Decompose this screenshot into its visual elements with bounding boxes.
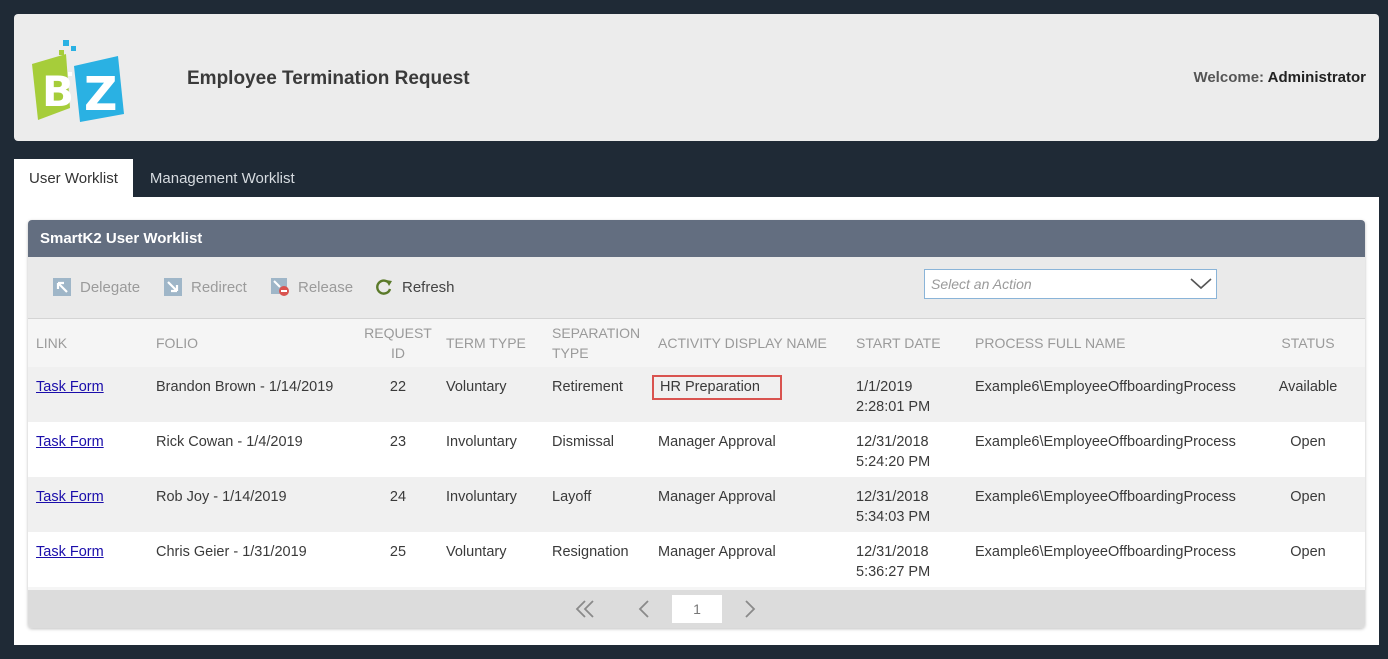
folio-cell: Rick Cowan - 1/4/2019 — [148, 422, 358, 477]
table-row[interactable]: Task Form Chris Geier - 1/31/2019 25 Vol… — [28, 532, 1365, 587]
col-header-link[interactable]: LINK — [28, 319, 148, 367]
term-type-cell: Involuntary — [438, 422, 544, 477]
redirect-label: Redirect — [191, 278, 247, 296]
worklist-toolbar: Delegate Redirect Release Refresh Select… — [28, 257, 1365, 319]
start-date: 1/1/2019 — [856, 379, 913, 395]
chevron-down-icon[interactable] — [1186, 270, 1216, 298]
delegate-icon — [53, 278, 71, 296]
process-cell: Example6\EmployeeOffboardingProcess — [967, 422, 1251, 477]
folio-cell: Chris Geier - 1/31/2019 — [148, 532, 358, 587]
delegate-button[interactable]: Delegate — [52, 277, 140, 297]
task-form-link[interactable]: Task Form — [36, 379, 104, 395]
separation-type-cell: Layoff — [544, 477, 650, 532]
biz-logo: B Z — [32, 40, 124, 122]
activity-cell: Manager Approval — [650, 422, 848, 477]
status-cell: Open — [1251, 532, 1365, 587]
page-title: Employee Termination Request — [187, 68, 470, 89]
col-header-status[interactable]: STATUS — [1251, 319, 1365, 367]
delegate-label: Delegate — [80, 278, 141, 296]
status-cell: Open — [1251, 477, 1365, 532]
table-row[interactable]: Task Form Rick Cowan - 1/4/2019 23 Invol… — [28, 422, 1365, 477]
start-date-cell: 1/1/2019 2:28:01 PM — [848, 367, 967, 422]
app-header: B Z Employee Termination Request Welcome… — [14, 14, 1379, 141]
start-time: 5:34:03 PM — [856, 509, 931, 525]
highlighted-activity: HR Preparation — [652, 375, 782, 400]
term-type-cell: Involuntary — [438, 477, 544, 532]
request-id-cell: 23 — [358, 422, 438, 477]
worklist-tabs: User Worklist Management Worklist — [14, 159, 310, 197]
activity-cell: HR Preparation — [650, 367, 848, 422]
start-date: 12/31/2018 — [856, 434, 929, 450]
start-date-cell: 12/31/2018 5:34:03 PM — [848, 477, 967, 532]
redirect-icon — [164, 278, 182, 296]
refresh-label: Refresh — [402, 278, 455, 296]
start-date-cell: 12/31/2018 5:36:27 PM — [848, 532, 967, 587]
welcome-label: Welcome: — [1193, 69, 1265, 86]
first-page-icon[interactable] — [572, 597, 598, 621]
activity-cell: Manager Approval — [650, 532, 848, 587]
separation-type-cell: Retirement — [544, 367, 650, 422]
table-header-row: LINK FOLIO REQUEST ID TERM TYPE SEPARATI… — [28, 319, 1365, 367]
activity-cell: Manager Approval — [650, 477, 848, 532]
tab-management-worklist[interactable]: Management Worklist — [133, 159, 310, 197]
panel-title: SmartK2 User Worklist — [28, 220, 1365, 257]
action-select-placeholder: Select an Action — [931, 276, 1032, 292]
next-page-icon[interactable] — [740, 597, 760, 621]
status-cell: Open — [1251, 422, 1365, 477]
refresh-button[interactable]: Refresh — [374, 277, 455, 297]
folio-cell: Brandon Brown - 1/14/2019 — [148, 367, 358, 422]
table-row[interactable]: Task Form Brandon Brown - 1/14/2019 22 V… — [28, 367, 1365, 422]
table-row[interactable]: Task Form Rob Joy - 1/14/2019 24 Involun… — [28, 477, 1365, 532]
term-type-cell: Voluntary — [438, 367, 544, 422]
page-number-input[interactable]: 1 — [672, 595, 722, 623]
action-select[interactable]: Select an Action — [924, 269, 1217, 299]
refresh-icon — [376, 279, 392, 295]
folio-cell: Rob Joy - 1/14/2019 — [148, 477, 358, 532]
col-header-term-type[interactable]: TERM TYPE — [438, 319, 544, 367]
release-label: Release — [298, 278, 354, 296]
welcome-message: Welcome: Administrator — [1193, 69, 1366, 86]
pager: 1 — [28, 590, 1365, 628]
release-icon — [271, 278, 289, 296]
request-id-cell: 25 — [358, 532, 438, 587]
col-header-activity[interactable]: ACTIVITY DISPLAY NAME — [650, 319, 848, 367]
task-form-link[interactable]: Task Form — [36, 544, 104, 560]
process-cell: Example6\EmployeeOffboardingProcess — [967, 532, 1251, 587]
col-header-folio[interactable]: FOLIO — [148, 319, 358, 367]
term-type-cell: Voluntary — [438, 532, 544, 587]
svg-text:Z: Z — [84, 67, 117, 121]
start-date: 12/31/2018 — [856, 544, 929, 560]
redirect-button[interactable]: Redirect — [163, 277, 247, 297]
col-header-separation-type[interactable]: SEPARATION TYPE — [544, 319, 650, 367]
worklist-table: LINK FOLIO REQUEST ID TERM TYPE SEPARATI… — [28, 319, 1365, 587]
process-cell: Example6\EmployeeOffboardingProcess — [967, 477, 1251, 532]
start-date: 12/31/2018 — [856, 489, 929, 505]
start-time: 5:24:20 PM — [856, 454, 931, 470]
request-id-cell: 22 — [358, 367, 438, 422]
start-time: 5:36:27 PM — [856, 564, 931, 580]
process-cell: Example6\EmployeeOffboardingProcess — [967, 367, 1251, 422]
current-user: Administrator — [1267, 69, 1366, 86]
task-form-link[interactable]: Task Form — [36, 489, 104, 505]
request-id-cell: 24 — [358, 477, 438, 532]
task-form-link[interactable]: Task Form — [36, 434, 104, 450]
col-header-process[interactable]: PROCESS FULL NAME — [967, 319, 1251, 367]
status-cell: Available — [1251, 367, 1365, 422]
tab-user-worklist[interactable]: User Worklist — [14, 159, 133, 197]
release-button[interactable]: Release — [270, 277, 353, 297]
col-header-start-date[interactable]: START DATE — [848, 319, 967, 367]
col-header-request-id[interactable]: REQUEST ID — [358, 319, 438, 367]
start-date-cell: 12/31/2018 5:24:20 PM — [848, 422, 967, 477]
start-time: 2:28:01 PM — [856, 399, 931, 415]
prev-page-icon[interactable] — [634, 597, 654, 621]
separation-type-cell: Dismissal — [544, 422, 650, 477]
worklist-panel: SmartK2 User Worklist Delegate Redirect — [28, 220, 1365, 628]
separation-type-cell: Resignation — [544, 532, 650, 587]
tab-content: SmartK2 User Worklist Delegate Redirect — [14, 197, 1379, 645]
